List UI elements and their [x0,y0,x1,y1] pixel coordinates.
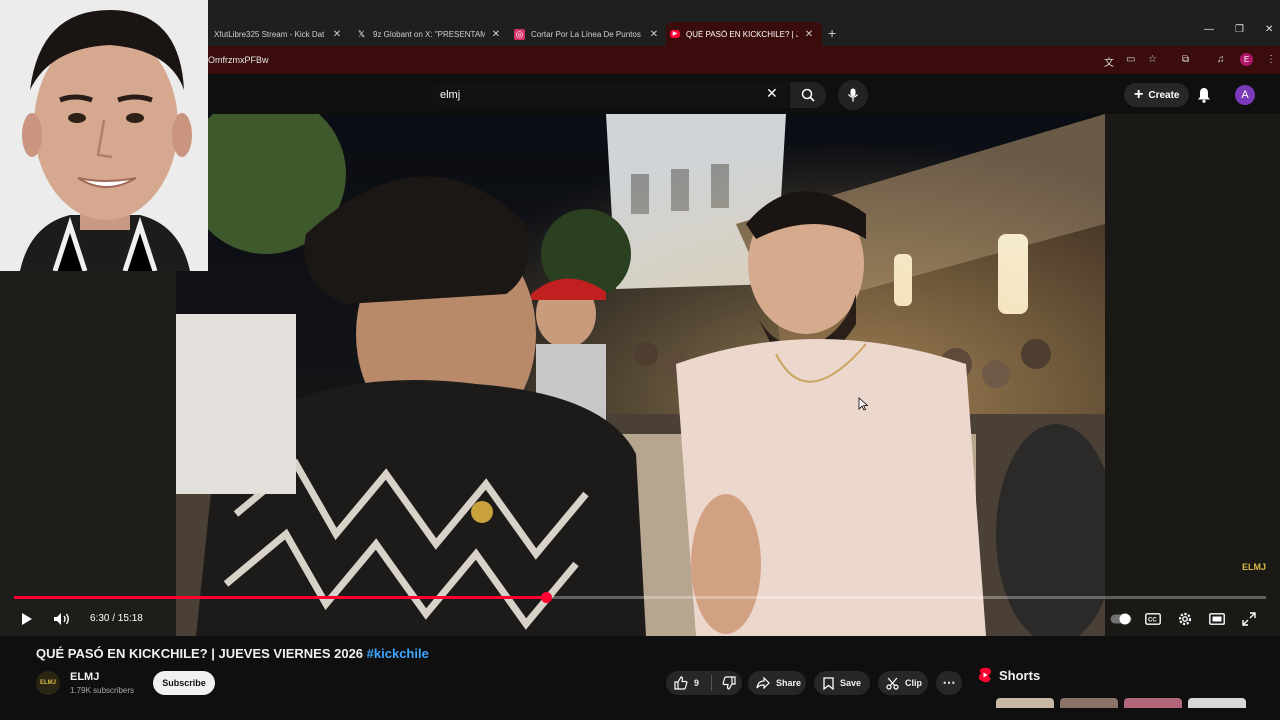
play-button[interactable] [18,610,36,628]
browser-menu-icon[interactable]: ⋮ [1266,54,1276,65]
play-icon [22,613,32,625]
voice-search-button[interactable] [838,80,868,110]
plus-icon: + [1134,86,1144,103]
autoplay-toggle-icon [1110,613,1132,625]
tab-title: XfutLibre325 Stream - Kick Dat [214,29,325,39]
browser-tab[interactable]: ◎ Cortar Por La Línea De Puntos ✕ [510,22,661,46]
microphone-icon [847,88,859,102]
like-divider [711,675,712,691]
create-label: Create [1148,89,1180,101]
channel-watermark[interactable]: ELMJ [1242,562,1266,572]
fullscreen-button[interactable] [1240,610,1258,628]
scissors-icon [886,677,899,690]
svg-text:CC: CC [1148,618,1157,624]
clip-label: Clip [905,678,922,688]
autoplay-toggle[interactable] [1110,610,1132,628]
tab-title: QUÉ PASÓ EN KICKCHILE? | JUE [686,29,798,39]
instagram-icon: ◎ [514,28,525,40]
settings-button[interactable] [1176,610,1194,628]
search-button[interactable] [790,82,826,108]
clear-search-icon[interactable]: ✕ [766,86,778,100]
shorts-thumbnail[interactable] [1060,698,1118,708]
like-button[interactable]: 9 [674,676,711,690]
like-count: 9 [694,678,700,688]
shorts-thumbnail[interactable] [1124,698,1182,708]
window-close-icon[interactable]: ✕ [1265,24,1273,35]
captions-icon: CC [1145,613,1161,625]
gear-icon [1178,612,1192,626]
share-button[interactable]: Share [748,671,806,695]
youtube-icon: ▶ [670,30,680,38]
translate-icon[interactable]: 文 [1104,54,1114,69]
video-title: QUÉ PASÓ EN KICKCHILE? | JUEVES VIERNES … [36,646,429,661]
thumbs-up-icon [674,676,688,690]
video-frame[interactable] [176,114,1105,636]
media-icon[interactable]: ♫ [1217,54,1225,65]
shorts-thumbnail[interactable] [996,698,1054,708]
captions-button[interactable]: CC [1144,610,1162,628]
video-frame-image [176,114,1105,636]
shorts-label: Shorts [999,667,1041,683]
video-hashtag-link[interactable]: #kickchile [367,646,429,661]
subscribe-button[interactable]: Subscribe [153,671,215,695]
close-tab-icon[interactable]: ✕ [330,29,344,40]
thumbs-down-icon [722,676,736,690]
search-box [430,82,788,108]
more-actions-button[interactable]: ⋯ [936,671,962,695]
share-icon [756,677,770,689]
cast-icon[interactable]: ▭ [1126,54,1135,65]
clip-button[interactable]: Clip [878,671,928,695]
x-icon: 𝕏 [357,28,366,39]
account-avatar[interactable]: A [1235,85,1255,105]
browser-tab[interactable]: 𝕏 9z Globant on X: "PRESENTAMO ✕ [352,22,503,46]
shorts-thumbnails-row [996,698,1246,708]
volume-icon [54,613,69,625]
share-label: Share [776,678,802,688]
time-display: 6:30 / 15:18 [90,613,143,624]
url-text[interactable]: OmfrzmxPFBw [208,55,269,65]
webcam-overlay [0,0,208,271]
minimize-icon[interactable]: — [1204,24,1214,35]
progress-bar[interactable] [14,592,1266,603]
channel-name[interactable]: ELMJ [70,671,99,683]
close-tab-icon[interactable]: ✕ [802,29,816,40]
video-title-text: QUÉ PASÓ EN KICKCHILE? | JUEVES VIERNES … [36,646,364,661]
channel-avatar[interactable]: ELMJ [36,671,60,695]
fullscreen-icon [1242,612,1256,626]
more-horizontal-icon: ⋯ [942,675,956,690]
subscriber-count: 1.79K subscribers [70,686,135,695]
theater-mode-icon [1209,613,1225,625]
shorts-section-header: Shorts [978,667,1040,683]
bookmark-star-icon[interactable]: ☆ [1148,54,1157,65]
extensions-icon[interactable]: ⧉ [1182,54,1189,65]
mouse-cursor-icon [858,397,868,411]
streamer-face-image [0,0,208,271]
browser-tab[interactable]: XfutLibre325 Stream - Kick Dat ✕ [210,22,344,46]
close-tab-icon[interactable]: ✕ [647,29,661,40]
like-dislike-group: 9 [666,671,742,695]
browser-tab-active[interactable]: ▶ QUÉ PASÓ EN KICKCHILE? | JUE ✕ [666,22,822,46]
browser-profile-avatar[interactable]: E [1240,53,1253,66]
notifications-bell-icon[interactable] [1197,87,1211,108]
dislike-button[interactable] [722,676,742,690]
shorts-icon [978,667,991,683]
volume-button[interactable] [52,610,72,628]
shorts-thumbnail[interactable] [1188,698,1246,708]
player-side-blur-left [0,271,176,636]
close-tab-icon[interactable]: ✕ [489,29,503,40]
progress-played [14,596,547,599]
restore-icon[interactable]: ❐ [1235,24,1244,35]
tab-title: Cortar Por La Línea De Puntos [531,29,641,39]
theater-mode-button[interactable] [1208,610,1226,628]
save-label: Save [840,678,862,688]
save-button[interactable]: Save [814,671,870,695]
player-side-blur-right [1105,114,1280,636]
search-input[interactable] [440,89,760,101]
new-tab-button[interactable]: + [828,25,836,41]
bookmark-icon [823,676,834,690]
tab-title: 9z Globant on X: "PRESENTAMO [373,29,485,39]
create-button[interactable]: + Create [1124,83,1190,107]
search-icon [801,88,815,102]
